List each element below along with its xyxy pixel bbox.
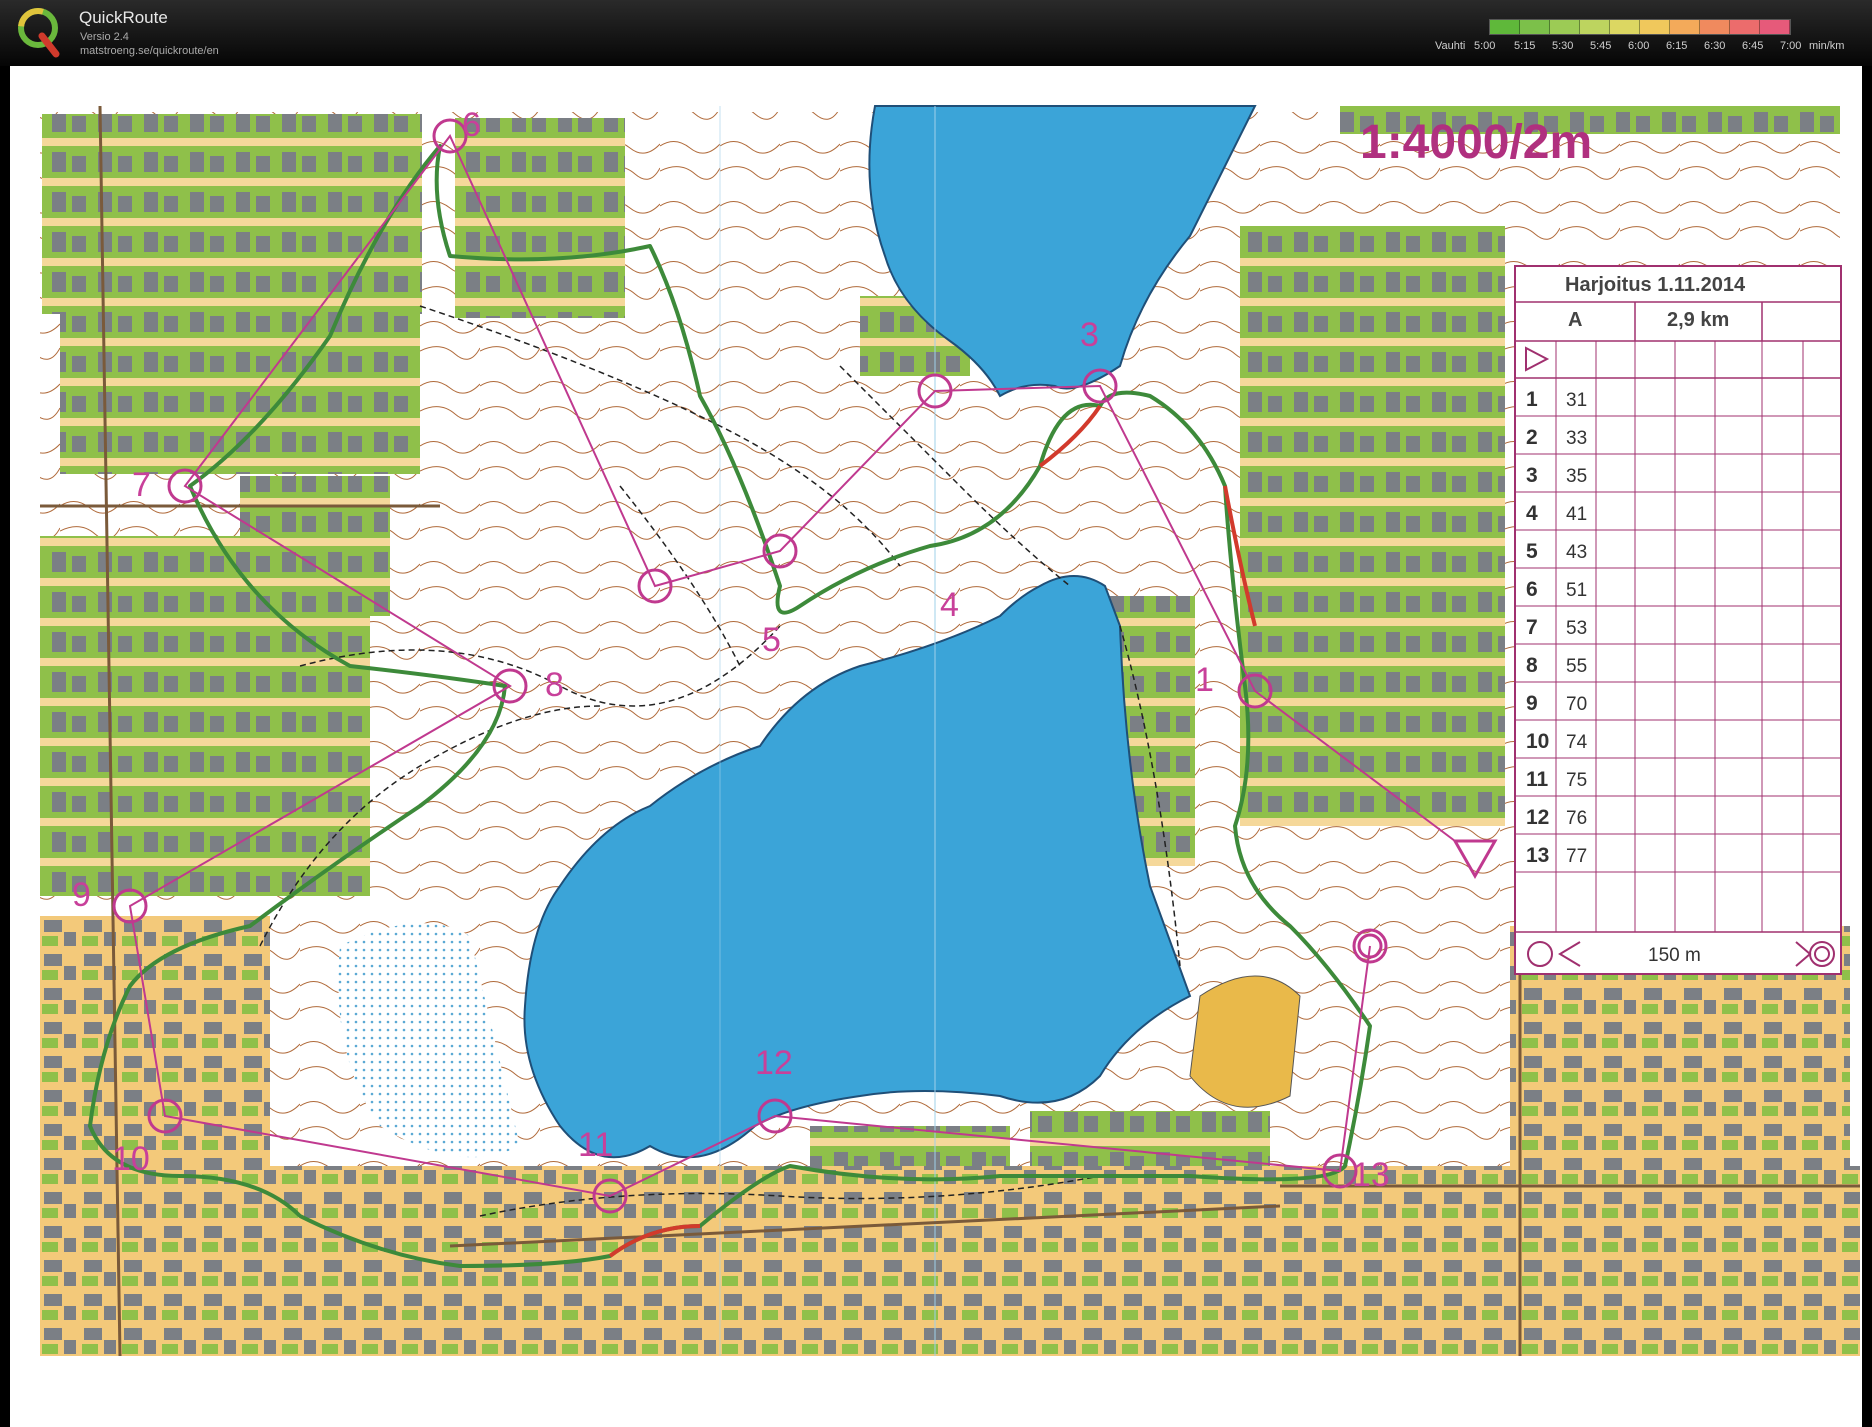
finish-distance: 150 m bbox=[1648, 945, 1701, 966]
pace-tick: 6:45 bbox=[1742, 40, 1764, 52]
description-control-number: 1 bbox=[1526, 388, 1538, 411]
map-scale-label: 1:4000/2m bbox=[1360, 116, 1592, 169]
pace-color-segment bbox=[1610, 20, 1640, 34]
pace-color-segment bbox=[1640, 20, 1670, 34]
orienteering-map[interactable]: 1 3 4 5 6 7 8 9 10 11 12 13 1:4000/2m Ha… bbox=[0, 66, 1872, 1427]
control-number: 3 bbox=[1080, 316, 1099, 354]
control-number: 10 bbox=[112, 1140, 150, 1178]
sports-field bbox=[1189, 975, 1301, 1108]
pace-tick: 7:00 bbox=[1780, 40, 1802, 52]
description-control-code: 41 bbox=[1566, 504, 1587, 525]
description-control-code: 70 bbox=[1566, 694, 1587, 715]
control-number: 1 bbox=[1195, 661, 1214, 699]
description-title: Harjoitus 1.11.2014 bbox=[1565, 274, 1746, 296]
app-title: QuickRoute bbox=[79, 8, 168, 27]
description-control-code: 76 bbox=[1566, 808, 1587, 829]
control-number: 8 bbox=[545, 666, 564, 704]
control-number: 6 bbox=[462, 106, 481, 144]
description-control-number: 3 bbox=[1526, 464, 1538, 487]
description-control-code: 35 bbox=[1566, 466, 1587, 487]
control-number: 12 bbox=[755, 1044, 793, 1082]
description-control-code: 31 bbox=[1566, 390, 1587, 411]
pace-tick: 5:45 bbox=[1590, 40, 1612, 52]
pace-color-segment bbox=[1580, 20, 1610, 34]
pace-tick: 6:15 bbox=[1666, 40, 1688, 52]
description-control-code: 53 bbox=[1566, 618, 1587, 639]
description-control-code: 74 bbox=[1566, 732, 1588, 753]
quickroute-logo-icon bbox=[18, 8, 60, 58]
description-control-number: 7 bbox=[1526, 616, 1538, 639]
control-number: 4 bbox=[940, 586, 959, 624]
pace-color-legend bbox=[1489, 19, 1791, 35]
pace-color-segment bbox=[1760, 20, 1790, 34]
pace-color-segment bbox=[1490, 20, 1520, 34]
description-control-code: 51 bbox=[1566, 580, 1587, 601]
description-control-number: 8 bbox=[1526, 654, 1538, 677]
description-course: A bbox=[1568, 309, 1582, 331]
pace-tick: 6:30 bbox=[1704, 40, 1726, 52]
pace-tick: 5:00 bbox=[1474, 40, 1496, 52]
control-number: 5 bbox=[762, 621, 781, 659]
control-number: 11 bbox=[578, 1126, 613, 1164]
description-control-number: 10 bbox=[1526, 730, 1549, 753]
description-control-number: 13 bbox=[1526, 844, 1549, 867]
description-control-number: 4 bbox=[1526, 502, 1538, 525]
pace-label: Vauhti bbox=[1435, 40, 1466, 52]
pace-color-segment bbox=[1550, 20, 1580, 34]
description-control-code: 77 bbox=[1566, 846, 1587, 867]
description-control-code: 43 bbox=[1566, 542, 1587, 563]
description-control-number: 5 bbox=[1526, 540, 1538, 563]
description-control-number: 11 bbox=[1526, 768, 1549, 791]
app-header: QuickRoute Versio 2.4 matstroeng.se/quic… bbox=[0, 0, 1872, 66]
pace-tick: 6:00 bbox=[1628, 40, 1650, 52]
control-description-sheet: Harjoitus 1.11.2014 A 2,9 km 1 312 333 354 4… bbox=[1514, 265, 1842, 975]
pace-unit: min/km bbox=[1809, 40, 1845, 52]
map-viewport[interactable]: 1 3 4 5 6 7 8 9 10 11 12 13 1:4000/2m Ha… bbox=[0, 66, 1872, 1427]
description-control-number: 2 bbox=[1526, 426, 1538, 449]
pace-tick: 5:30 bbox=[1552, 40, 1574, 52]
pace-color-segment bbox=[1700, 20, 1730, 34]
description-control-number: 12 bbox=[1526, 806, 1549, 829]
description-control-code: 33 bbox=[1566, 428, 1587, 449]
app-url[interactable]: matstroeng.se/quickroute/en bbox=[80, 45, 219, 57]
pace-color-segment bbox=[1730, 20, 1760, 34]
description-control-number: 6 bbox=[1526, 578, 1538, 601]
description-control-code: 75 bbox=[1566, 770, 1587, 791]
pace-tick: 5:15 bbox=[1514, 40, 1536, 52]
control-number: 9 bbox=[72, 876, 91, 914]
description-control-number: 9 bbox=[1526, 692, 1538, 715]
control-number: 13 bbox=[1352, 1156, 1390, 1194]
app-version: Versio 2.4 bbox=[80, 31, 129, 43]
pace-color-segment bbox=[1670, 20, 1700, 34]
description-length: 2,9 km bbox=[1667, 309, 1729, 331]
description-control-code: 55 bbox=[1566, 656, 1587, 677]
pace-color-segment bbox=[1520, 20, 1550, 34]
control-number: 7 bbox=[132, 466, 151, 504]
